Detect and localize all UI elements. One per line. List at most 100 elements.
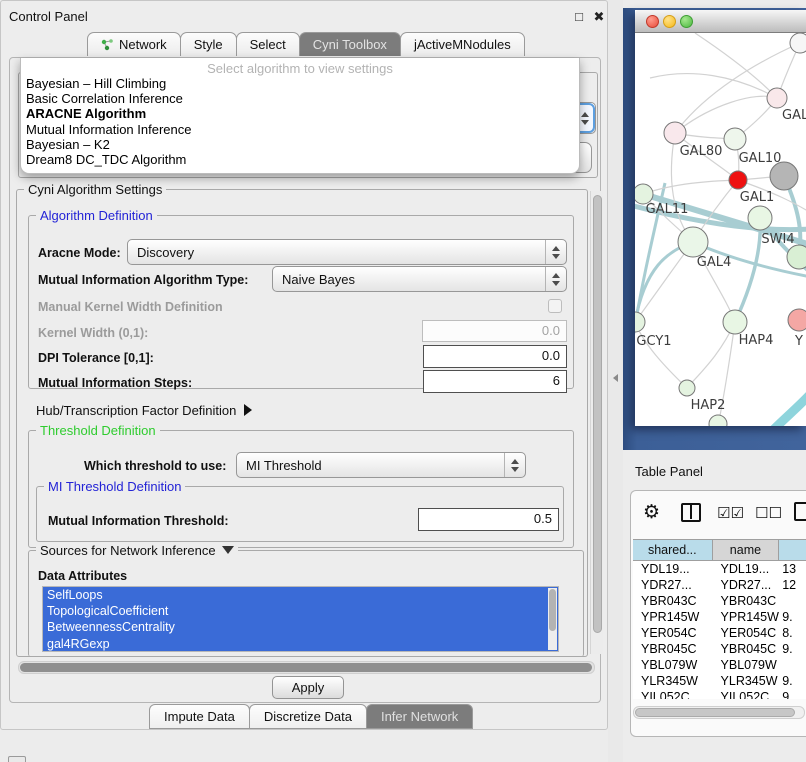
network-node[interactable] <box>787 245 806 269</box>
minimized-panel-button[interactable] <box>8 756 26 762</box>
table-row[interactable]: YER054C YER054C 8. <box>633 625 806 641</box>
tab-jactivemnodules[interactable]: jActiveMNodules <box>400 32 525 56</box>
attribute-item-selected[interactable]: gal4RGexp <box>43 636 558 652</box>
algorithm-dropdown-popup: Select algorithm to view settings Bayesi… <box>20 58 580 174</box>
network-node[interactable] <box>723 310 747 334</box>
hub-section-toggle[interactable]: Hub/Transcription Factor Definition <box>36 403 252 418</box>
table-row[interactable]: YPR145W YPR145W 9. <box>633 609 806 625</box>
network-node[interactable] <box>709 415 727 426</box>
aracne-mode-value: Discovery <box>137 245 194 260</box>
network-node[interactable] <box>678 227 708 257</box>
algorithm-option[interactable]: Mutual Information Inference <box>21 122 579 137</box>
columns-icon[interactable] <box>681 503 701 522</box>
attribute-item-selected[interactable]: TopologicalCoefficient <box>43 603 558 619</box>
table-horizontal-scrollbar[interactable] <box>633 706 805 719</box>
algorithm-option[interactable]: Bayesian – Hill Climbing <box>21 76 579 91</box>
node-label: HAP2 <box>691 398 726 413</box>
cell: YBR043C <box>633 593 713 609</box>
network-node[interactable] <box>748 206 772 230</box>
cell: 9. <box>779 609 806 625</box>
tab-select[interactable]: Select <box>236 32 300 56</box>
manual-kernel-checkbox[interactable] <box>548 299 562 313</box>
column-header[interactable]: shared... <box>633 540 713 560</box>
table-row[interactable]: YBR043C YBR043C <box>633 593 806 609</box>
network-node[interactable] <box>635 184 653 204</box>
network-node[interactable] <box>788 309 806 331</box>
node-label: GAL4 <box>697 255 731 270</box>
table-row[interactable]: YLR345W YLR345W 9. <box>633 673 806 689</box>
float-window-icon[interactable]: □ <box>571 9 587 25</box>
settings-horizontal-scrollbar-thumb[interactable] <box>20 663 592 672</box>
attribute-item-selected[interactable]: BetweennessCentrality <box>43 619 558 635</box>
document-icon[interactable] <box>794 502 806 521</box>
table-horizontal-scrollbar-thumb[interactable] <box>635 708 795 717</box>
network-node[interactable] <box>635 312 645 332</box>
tab-cyni-toolbox[interactable]: Cyni Toolbox <box>299 32 401 56</box>
aracne-mode-combo[interactable]: Discovery <box>127 239 567 265</box>
list-scrollbar-thumb[interactable] <box>549 589 556 631</box>
tab-impute-data[interactable]: Impute Data <box>149 704 250 729</box>
algorithm-option[interactable]: Dream8 DC_TDC Algorithm <box>21 152 579 167</box>
network-node[interactable] <box>770 162 798 190</box>
algorithm-option[interactable]: Bayesian – K2 <box>21 137 579 152</box>
mi-steps-field[interactable]: 6 <box>423 370 567 393</box>
cell: YDR27... <box>713 577 780 593</box>
network-window-titlebar[interactable] <box>635 10 806 33</box>
cell: 12 <box>779 577 806 593</box>
attribute-item-selected[interactable]: SelfLoops <box>43 587 558 603</box>
cell: YBR045C <box>713 641 780 657</box>
network-view-panel: GAL80 GAL10 GAL1 GAL11 SWI4 GAL4 GCY1 HA… <box>623 8 806 450</box>
tab-discretize-data[interactable]: Discretize Data <box>249 704 367 729</box>
algorithm-option[interactable]: Basic Correlation Inference <box>21 91 579 106</box>
settings-vertical-scrollbar[interactable] <box>590 191 603 654</box>
sources-group-toggle[interactable]: Sources for Network Inference <box>36 543 238 558</box>
deselect-all-icon[interactable]: ☐☐ <box>755 504 782 522</box>
list-scrollbar[interactable] <box>548 588 557 650</box>
table-row[interactable]: YDL19... YDL19... 13 <box>633 561 806 577</box>
table-row[interactable]: YBL079W YBL079W <box>633 657 806 673</box>
table-row[interactable]: YIL052C YIL052C 9 <box>633 689 806 699</box>
settings-horizontal-scrollbar[interactable] <box>18 661 595 674</box>
network-node[interactable] <box>664 122 686 144</box>
panel-divider[interactable] <box>608 0 623 762</box>
settings-vertical-scrollbar-thumb[interactable] <box>593 195 602 633</box>
network-node[interactable] <box>679 380 695 396</box>
select-all-icon[interactable]: ☑☑ <box>717 504 744 522</box>
column-header[interactable] <box>779 540 806 560</box>
zoom-traffic-light-icon[interactable] <box>680 15 693 28</box>
tab-network[interactable]: Network <box>87 32 181 56</box>
table-row[interactable]: YDR27... YDR27... 12 <box>633 577 806 593</box>
network-node[interactable] <box>767 88 787 108</box>
network-node[interactable] <box>790 33 806 53</box>
divider-collapse-icon[interactable] <box>613 374 618 382</box>
apply-button[interactable]: Apply <box>272 676 344 699</box>
cell <box>779 657 806 673</box>
close-traffic-light-icon[interactable] <box>646 15 659 28</box>
minimize-traffic-light-icon[interactable] <box>663 15 676 28</box>
tab-jactive-label: jActiveMNodules <box>414 37 511 52</box>
network-node[interactable] <box>724 128 746 150</box>
tab-style[interactable]: Style <box>180 32 237 56</box>
which-threshold-combo[interactable]: MI Threshold <box>236 452 526 478</box>
cell: YIL052C <box>713 689 780 699</box>
mi-threshold-field[interactable]: 0.5 <box>418 508 559 531</box>
spinner-icon[interactable] <box>504 453 525 477</box>
tab-style-label: Style <box>194 37 223 52</box>
tab-infer-network[interactable]: Infer Network <box>366 704 473 729</box>
spinner-icon[interactable] <box>545 240 566 264</box>
gear-icon[interactable]: ⚙ <box>643 501 660 523</box>
close-icon[interactable]: ✖ <box>591 9 607 25</box>
spinner-icon[interactable] <box>545 267 566 291</box>
table-panel: Table Panel ⚙ ☑☑ ☐☐ shared... name YDL19… <box>623 450 806 762</box>
hub-section-label: Hub/Transcription Factor Definition <box>36 403 236 418</box>
cell: YLR345W <box>713 673 780 689</box>
network-canvas[interactable]: GAL80 GAL10 GAL1 GAL11 SWI4 GAL4 GCY1 HA… <box>635 33 806 426</box>
dpi-tolerance-field[interactable]: 0.0 <box>423 345 567 368</box>
network-node-selected[interactable] <box>729 171 747 189</box>
cell: YPR145W <box>713 609 780 625</box>
mi-type-combo[interactable]: Naive Bayes <box>272 266 567 292</box>
algorithm-option-selected[interactable]: ARACNE Algorithm <box>21 106 579 121</box>
table-row[interactable]: YBR045C YBR045C 9. <box>633 641 806 657</box>
column-header[interactable]: name <box>713 540 780 560</box>
kernel-width-field[interactable]: 0.0 <box>422 320 567 342</box>
